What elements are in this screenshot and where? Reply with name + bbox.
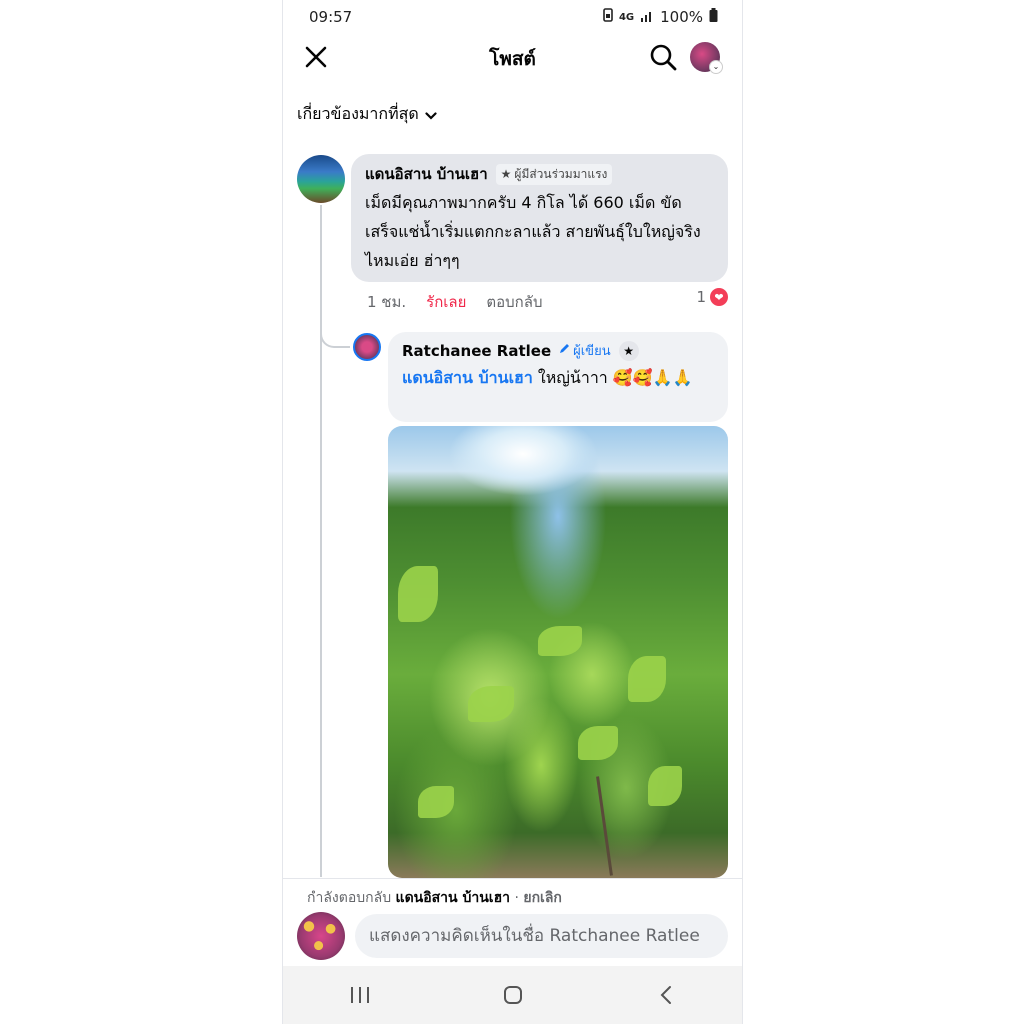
back-icon[interactable]	[636, 975, 696, 1015]
photo-leaf	[578, 726, 618, 760]
photo-leaf	[418, 786, 454, 818]
photo-leaf	[538, 626, 582, 656]
reply-composer: กำลังตอบกลับ แดนอิสาน บ้านเฮา · ยกเลิก	[283, 878, 742, 967]
badge-label: ผู้มีส่วนร่วมมาแรง	[514, 166, 608, 181]
status-time: 09:57	[309, 8, 353, 26]
reply-bubble: Ratchanee Ratlee ผู้เขียน ★ แดนอิสาน บ้า…	[388, 332, 728, 422]
replying-to-name: แดนอิสาน บ้านเฮา	[395, 890, 511, 906]
sim-icon	[603, 8, 613, 26]
comment-bubble: แดนอิสาน บ้านเฮา ★ ผู้มีส่วนร่วมมาแรง เม…	[351, 154, 728, 282]
system-nav-bar	[283, 966, 742, 1024]
network-type: 4G	[618, 11, 635, 23]
comment-time: 1 ชม.	[367, 293, 407, 311]
comment-author[interactable]: แดนอิสาน บ้านเฮา	[365, 162, 488, 186]
heart-icon: ❤	[710, 288, 728, 306]
reply-photo[interactable]	[388, 426, 728, 878]
thread-connector	[320, 318, 350, 348]
battery-icon	[709, 8, 718, 26]
phone-screen: 09:57 4G 100% โพสต์ ⌄ เกี่ยวข้องมากที่สุ…	[282, 0, 743, 1024]
photo-leaf	[398, 566, 438, 622]
author-badge-label: ผู้เขียน	[573, 344, 611, 359]
reaction-count[interactable]: 1 ❤	[696, 288, 728, 306]
status-bar: 09:57 4G 100%	[283, 0, 742, 34]
chevron-down-icon	[425, 105, 437, 124]
cancel-reply-button[interactable]: ยกเลิก	[523, 890, 562, 906]
pen-icon	[559, 343, 570, 358]
reply-author[interactable]: Ratchanee Ratlee	[402, 342, 551, 360]
reply-body: ใหญ่น้าาา 🥰🥰🙏🙏	[532, 368, 693, 387]
author-badge: ผู้เขียน	[559, 340, 611, 361]
photo-sky	[448, 426, 598, 496]
thread-line	[320, 205, 322, 877]
battery-level: 100%	[660, 8, 703, 26]
status-icons: 4G 100%	[603, 8, 718, 26]
mention-link[interactable]: แดนอิสาน บ้านเฮา	[402, 368, 533, 387]
comment-input[interactable]	[355, 914, 728, 958]
love-button[interactable]: รักเลย	[426, 290, 466, 314]
reply-text: แดนอิสาน บ้านเฮา ใหญ่น้าาา 🥰🥰🙏🙏	[402, 363, 714, 392]
sort-label: เกี่ยวข้องมากที่สุด	[297, 104, 419, 123]
reply-button[interactable]: ตอบกลับ	[486, 290, 542, 314]
star-icon: ★	[618, 340, 639, 361]
recent-apps-icon[interactable]	[330, 975, 390, 1015]
star-icon: ★	[500, 167, 512, 181]
chevron-down-icon: ⌄	[709, 60, 723, 74]
reaction-count-value: 1	[696, 288, 706, 306]
signal-icon	[640, 8, 654, 26]
avatar[interactable]	[297, 912, 345, 960]
comment-actions: 1 ชม. รักเลย ตอบกลับ	[367, 290, 542, 314]
photo-leaf	[648, 766, 682, 806]
comment-text: เม็ดมีคุณภาพมากครับ 4 กิโล ได้ 660 เม็ด …	[365, 193, 701, 270]
photo-leaf	[628, 656, 666, 702]
profile-avatar-button[interactable]: ⌄	[690, 42, 723, 74]
home-icon[interactable]	[483, 975, 543, 1015]
photo-stem	[596, 776, 613, 876]
status-badge: ★ ผู้มีส่วนร่วมมาแรง	[495, 163, 613, 185]
avatar[interactable]	[297, 155, 345, 203]
separator: ·	[510, 890, 524, 906]
replying-indicator: กำลังตอบกลับ แดนอิสาน บ้านเฮา · ยกเลิก	[307, 887, 562, 909]
avatar[interactable]	[353, 333, 381, 361]
replying-prefix: กำลังตอบกลับ	[307, 890, 392, 906]
post-header: โพสต์ ⌄	[283, 34, 742, 82]
sort-dropdown[interactable]: เกี่ยวข้องมากที่สุด	[297, 102, 437, 127]
search-icon[interactable]	[648, 42, 678, 72]
photo-leaf	[468, 686, 514, 722]
